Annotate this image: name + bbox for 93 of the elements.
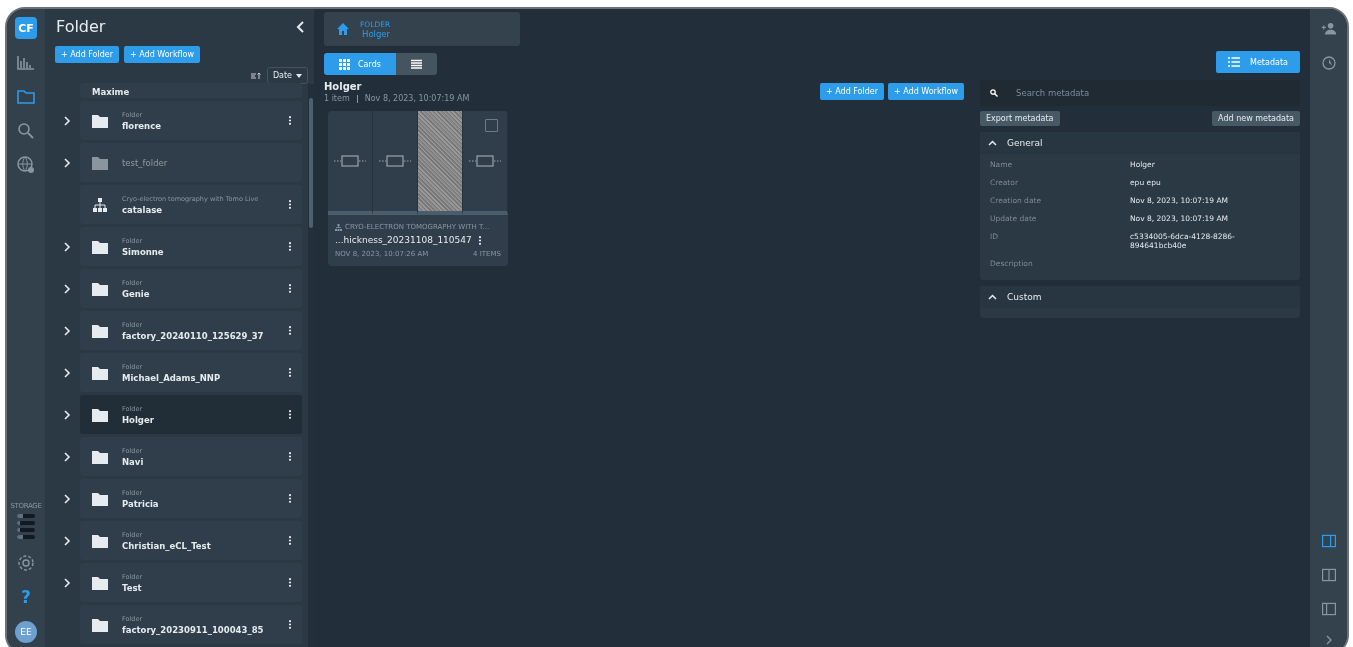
more-icon[interactable]	[288, 116, 292, 125]
workflow-icon	[92, 197, 108, 212]
layout-icon[interactable]	[1320, 533, 1337, 549]
more-icon[interactable]	[288, 284, 292, 293]
more-icon[interactable]	[288, 410, 292, 419]
more-icon[interactable]	[288, 242, 292, 251]
item-name: Michael_Adams_NNP	[122, 372, 222, 383]
folder-icon	[92, 617, 108, 632]
folder-icon	[92, 575, 108, 590]
expand-chevron-icon[interactable]	[63, 325, 71, 336]
add-user-icon[interactable]	[1320, 21, 1337, 37]
folder-icon	[92, 491, 108, 506]
clock-icon[interactable]	[1320, 55, 1337, 71]
settings-icon[interactable]	[16, 553, 36, 573]
list-icon	[1228, 57, 1241, 67]
item-name: florence	[122, 120, 162, 131]
layout-icon[interactable]	[1320, 601, 1337, 617]
folder-icon	[92, 239, 108, 254]
more-icon[interactable]	[288, 326, 292, 335]
node-icon	[334, 155, 366, 167]
home-icon[interactable]	[336, 22, 350, 36]
workflow-icon	[335, 223, 342, 231]
more-icon[interactable]	[288, 536, 292, 545]
expand-icon[interactable]	[1324, 635, 1333, 645]
add-metadata-button[interactable]: Add new metadata	[1212, 111, 1300, 126]
list-view-tab[interactable]	[395, 53, 437, 75]
folder-date: Nov 8, 2023, 10:07:19 AM	[364, 94, 470, 103]
expand-chevron-icon[interactable]	[63, 283, 71, 294]
search-icon[interactable]	[16, 121, 36, 141]
more-icon[interactable]	[288, 620, 292, 629]
item-name: Test	[122, 582, 143, 593]
more-icon[interactable]	[477, 235, 482, 245]
list-icon	[410, 58, 422, 70]
node-icon	[379, 155, 411, 167]
search-field[interactable]: Search metadata	[1014, 87, 1290, 99]
breadcrumb-link[interactable]: Holger	[362, 28, 391, 39]
expand-chevron-icon[interactable]	[63, 535, 71, 546]
folder-icon	[92, 281, 108, 296]
card-checkbox[interactable]	[485, 119, 498, 132]
node-icon	[469, 155, 501, 167]
item-count: 1 item	[324, 94, 350, 103]
search-box[interactable]: Search metadata	[980, 80, 1300, 106]
item-name: test_folder	[122, 157, 169, 168]
section-title: General	[1007, 138, 1043, 148]
sort-direction-icon[interactable]	[250, 71, 261, 80]
more-icon[interactable]	[288, 200, 292, 209]
expand-chevron-icon[interactable]	[63, 115, 71, 126]
search-icon	[990, 89, 998, 97]
folder-icon	[92, 155, 108, 170]
item-name: Simonne	[122, 246, 165, 257]
expand-chevron-icon[interactable]	[63, 409, 71, 420]
item-name: Navi	[122, 456, 145, 467]
chevron-up-icon	[988, 140, 997, 146]
item-name: Patricia	[122, 498, 160, 509]
more-icon[interactable]	[288, 578, 292, 587]
help-icon[interactable]: ?	[21, 587, 31, 607]
folder-icon	[92, 533, 108, 548]
folder-icon	[92, 365, 108, 380]
grid-icon	[339, 58, 350, 70]
item-name: catalase	[122, 204, 164, 215]
more-icon[interactable]	[288, 368, 292, 377]
panel-title: Folder	[56, 17, 106, 36]
item-name: Genie	[122, 288, 151, 299]
folder-icon	[92, 113, 108, 128]
item-name: Holger	[122, 414, 155, 425]
expand-chevron-icon[interactable]	[63, 451, 71, 462]
item-name: factory_20230911_100043_85	[122, 624, 265, 635]
folder-list-item[interactable]: Maxime	[80, 83, 302, 98]
expand-chevron-icon[interactable]	[63, 493, 71, 504]
card-title: ...hickness_20231108_110547	[335, 235, 472, 245]
expand-chevron-icon[interactable]	[63, 577, 71, 588]
folder-icon	[92, 323, 108, 338]
folder-title: Holger	[324, 81, 363, 92]
folder-icon	[92, 407, 108, 422]
more-icon[interactable]	[288, 452, 292, 461]
expand-chevron-icon[interactable]	[63, 367, 71, 378]
folder-icon[interactable]	[16, 87, 36, 107]
section-title: Custom	[1007, 292, 1042, 302]
item-name: Maxime	[92, 87, 131, 97]
caret-icon	[296, 73, 302, 78]
export-button[interactable]: Export metadata	[980, 111, 1060, 126]
chart-icon[interactable]	[16, 53, 36, 73]
layout-icon[interactable]	[1320, 567, 1337, 583]
scrollbar[interactable]	[308, 84, 314, 647]
sort-dropdown[interactable]: Date	[266, 67, 308, 84]
expand-chevron-icon[interactable]	[63, 241, 71, 252]
globe-icon[interactable]	[16, 155, 36, 175]
folder-icon	[92, 449, 108, 464]
item-name: factory_20240110_125629_37	[122, 330, 265, 341]
item-name: Christian_eCL_Test	[122, 540, 212, 551]
chevron-up-icon	[988, 294, 997, 300]
more-icon[interactable]	[288, 494, 292, 503]
collapse-icon[interactable]	[296, 20, 306, 33]
